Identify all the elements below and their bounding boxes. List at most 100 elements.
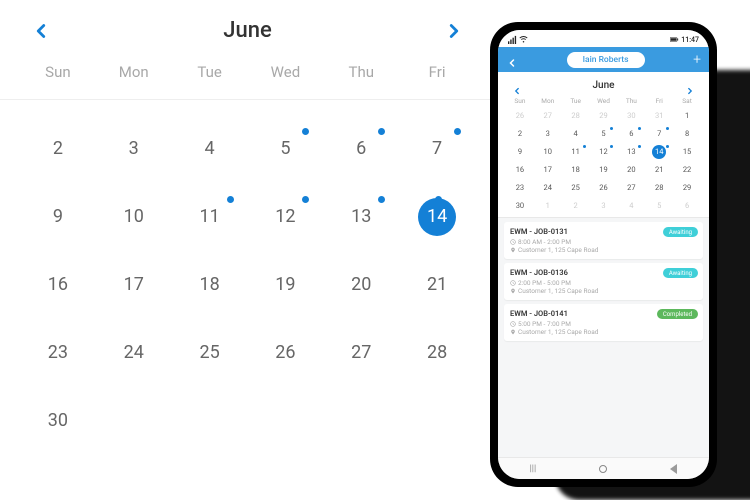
date-cell — [172, 402, 248, 440]
clock-icon — [510, 280, 516, 286]
mini-date-cell[interactable]: 7 — [645, 127, 673, 141]
mini-dow-label: Fri — [645, 97, 673, 105]
dow-label: Wed — [248, 63, 324, 81]
mini-date-cell[interactable]: 4 — [617, 199, 645, 213]
dow-label: Sun — [20, 63, 96, 81]
home-icon[interactable] — [599, 465, 607, 473]
mini-date-cell[interactable]: 27 — [534, 109, 562, 123]
pin-icon — [510, 288, 516, 294]
event-dot-icon — [302, 196, 309, 203]
date-cell[interactable]: 30 — [20, 402, 96, 440]
mini-date-cell[interactable]: 4 — [562, 127, 590, 141]
date-cell[interactable]: 19 — [248, 266, 324, 304]
next-month-icon[interactable] — [443, 20, 465, 42]
mini-date-cell[interactable]: 2 — [506, 127, 534, 141]
mini-dow-row: SunMonTueWedThuFriSat — [506, 97, 701, 105]
mini-date-cell[interactable]: 1 — [534, 199, 562, 213]
wifi-icon — [519, 35, 528, 44]
mini-date-cell[interactable]: 29 — [673, 181, 701, 195]
mini-date-cell[interactable]: 15 — [673, 145, 701, 159]
mini-date-cell[interactable]: 26 — [590, 181, 618, 195]
date-cell[interactable]: 13 — [323, 198, 399, 236]
mini-date-cell[interactable]: 6 — [617, 127, 645, 141]
date-cell[interactable]: 25 — [172, 334, 248, 372]
mini-date-cell[interactable]: 16 — [506, 163, 534, 177]
date-cell[interactable]: 11 — [172, 198, 248, 236]
mini-date-cell[interactable]: 13 — [617, 145, 645, 159]
app-header: Iain Roberts + — [498, 47, 709, 72]
date-cell[interactable]: 3 — [96, 130, 172, 168]
mini-date-cell[interactable]: 5 — [645, 199, 673, 213]
mini-date-cell[interactable]: 12 — [590, 145, 618, 159]
pin-icon — [510, 247, 516, 253]
recent-apps-icon[interactable]: ||| — [530, 464, 537, 474]
calendar-header: June — [0, 0, 495, 63]
job-card[interactable]: EWM - JOB-01362:00 PM - 5:00 PMCustomer … — [504, 263, 703, 300]
back-nav-icon[interactable] — [670, 464, 677, 474]
date-cell[interactable]: 17 — [96, 266, 172, 304]
add-icon[interactable]: + — [693, 52, 701, 68]
mini-calendar-header: June — [506, 78, 701, 97]
date-cell[interactable]: 21 — [399, 266, 475, 304]
mini-date-cell[interactable]: 8 — [673, 127, 701, 141]
date-cell[interactable]: 4 — [172, 130, 248, 168]
date-cell — [248, 402, 324, 440]
date-cell[interactable]: 23 — [20, 334, 96, 372]
date-cell[interactable]: 10 — [96, 198, 172, 236]
mini-date-cell[interactable]: 28 — [645, 181, 673, 195]
date-cell[interactable]: 7 — [399, 130, 475, 168]
mini-date-cell[interactable]: 28 — [562, 109, 590, 123]
mini-date-cell[interactable]: 25 — [562, 181, 590, 195]
mini-prev-month-icon[interactable] — [512, 81, 522, 91]
date-cell[interactable]: 28 — [399, 334, 475, 372]
mini-date-cell[interactable]: 5 — [590, 127, 618, 141]
signal-icon — [508, 35, 517, 44]
date-cell[interactable]: 9 — [20, 198, 96, 236]
back-icon[interactable] — [506, 54, 518, 66]
mini-date-cell[interactable]: 20 — [617, 163, 645, 177]
status-badge: Awaiting — [663, 268, 698, 278]
mini-date-cell[interactable]: 27 — [617, 181, 645, 195]
mini-dow-label: Sat — [673, 97, 701, 105]
user-pill[interactable]: Iain Roberts — [567, 52, 645, 68]
mini-date-cell[interactable]: 26 — [506, 109, 534, 123]
event-dot-icon — [610, 127, 613, 130]
mini-date-cell[interactable]: 30 — [617, 109, 645, 123]
mini-date-cell[interactable]: 23 — [506, 181, 534, 195]
mini-date-cell[interactable]: 11 — [562, 145, 590, 159]
mini-date-cell[interactable]: 17 — [534, 163, 562, 177]
mini-calendar: June SunMonTueWedThuFriSat 2627282930311… — [498, 72, 709, 217]
prev-month-icon[interactable] — [30, 20, 52, 42]
date-cell[interactable]: 16 — [20, 266, 96, 304]
mini-date-cell[interactable]: 6 — [673, 199, 701, 213]
date-cell[interactable]: 18 — [172, 266, 248, 304]
date-cell[interactable]: 20 — [323, 266, 399, 304]
job-card[interactable]: EWM - JOB-01415:00 PM - 7:00 PMCustomer … — [504, 304, 703, 341]
mini-next-month-icon[interactable] — [685, 81, 695, 91]
mini-date-grid: 2627282930311234567891011121314151617181… — [506, 109, 701, 213]
mini-date-cell[interactable]: 24 — [534, 181, 562, 195]
mini-date-cell[interactable]: 31 — [645, 109, 673, 123]
date-cell[interactable]: 6 — [323, 130, 399, 168]
mini-date-cell[interactable]: 18 — [562, 163, 590, 177]
date-cell[interactable]: 24 — [96, 334, 172, 372]
mini-date-cell[interactable]: 3 — [534, 127, 562, 141]
job-card[interactable]: EWM - JOB-01318:00 AM - 2:00 PMCustomer … — [504, 222, 703, 259]
mini-date-cell[interactable]: 2 — [562, 199, 590, 213]
mini-date-cell[interactable]: 14 — [645, 145, 673, 159]
mini-date-cell[interactable]: 9 — [506, 145, 534, 159]
mini-date-cell[interactable]: 21 — [645, 163, 673, 177]
date-cell[interactable]: 2 — [20, 130, 96, 168]
mini-date-cell[interactable]: 10 — [534, 145, 562, 159]
date-cell[interactable]: 27 — [323, 334, 399, 372]
date-cell[interactable]: 26 — [248, 334, 324, 372]
date-cell[interactable]: 12 — [248, 198, 324, 236]
mini-date-cell[interactable]: 19 — [590, 163, 618, 177]
mini-date-cell[interactable]: 29 — [590, 109, 618, 123]
mini-date-cell[interactable]: 22 — [673, 163, 701, 177]
mini-date-cell[interactable]: 1 — [673, 109, 701, 123]
date-cell[interactable]: 5 — [248, 130, 324, 168]
mini-date-cell[interactable]: 3 — [590, 199, 618, 213]
mini-date-cell[interactable]: 30 — [506, 199, 534, 213]
date-cell[interactable]: 14 — [418, 198, 456, 236]
